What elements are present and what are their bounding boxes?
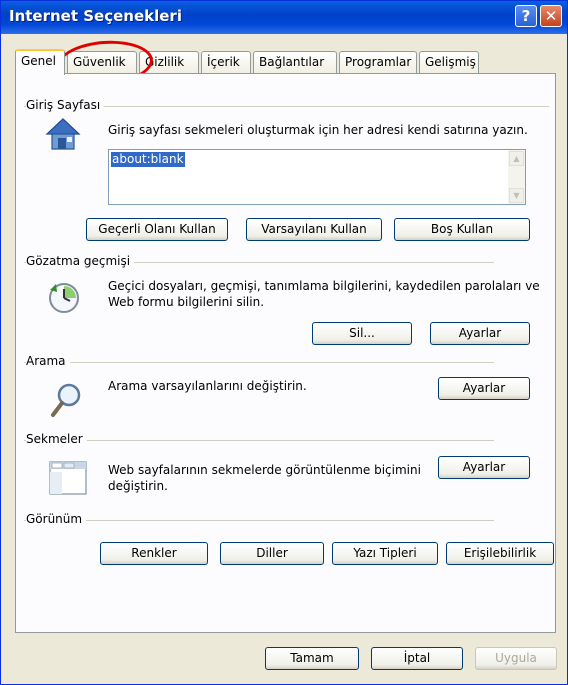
- tabs-settings-button[interactable]: Ayarlar: [438, 456, 530, 479]
- scrollbar[interactable]: ▲ ▼: [508, 150, 525, 204]
- tabs-description: Web sayfalarının sekmelerde görüntülenme…: [108, 462, 421, 494]
- search-description: Arama varsayılanlarını değiştirin.: [108, 379, 307, 393]
- use-blank-button[interactable]: Boş Kullan: [394, 218, 530, 241]
- history-settings-button[interactable]: Ayarlar: [430, 322, 530, 345]
- browsing-history-description: Geçici dosyaları, geçmişi, tanımlama bil…: [108, 278, 540, 310]
- delete-history-button[interactable]: Sil...: [312, 322, 412, 345]
- tab-security[interactable]: Güvenlik: [67, 51, 137, 73]
- home-page-description: Giriş sayfası sekmeleri oluşturmak için …: [108, 123, 528, 137]
- tab-content[interactable]: İçerik: [201, 51, 251, 73]
- tab-general[interactable]: Genel: [15, 49, 65, 75]
- general-tab-panel: Giriş Sayfası Giriş sayfası sekmeleri ol…: [15, 73, 556, 633]
- search-settings-button[interactable]: Ayarlar: [438, 377, 530, 400]
- divider: [24, 520, 494, 521]
- close-button[interactable]: ✕: [540, 5, 562, 27]
- ok-button[interactable]: Tamam: [265, 647, 359, 670]
- search-group-label: Arama: [26, 354, 70, 368]
- use-default-button[interactable]: Varsayılanı Kullan: [246, 218, 382, 241]
- window-title: Internet Seçenekleri: [9, 7, 182, 25]
- home-page-input[interactable]: about:blank ▲ ▼: [108, 149, 526, 205]
- cancel-button[interactable]: İptal: [371, 647, 463, 670]
- magnifier-icon: [50, 382, 84, 421]
- colors-button[interactable]: Renkler: [100, 542, 208, 565]
- title-bar[interactable]: Internet Seçenekleri ? ✕: [1, 1, 567, 34]
- description-line: değiştirin.: [108, 479, 168, 493]
- scroll-up-arrow-icon[interactable]: ▲: [509, 151, 524, 166]
- description-line: Web formu bilgilerini silin.: [108, 295, 265, 309]
- tabs-group-label: Sekmeler: [26, 432, 87, 446]
- browsing-history-group-label: Gözatma geçmişi: [26, 254, 135, 268]
- scroll-down-arrow-icon[interactable]: ▼: [509, 188, 524, 203]
- help-button[interactable]: ?: [515, 5, 537, 27]
- tab-connections[interactable]: Bağlantılar: [253, 51, 337, 73]
- description-line: Web sayfalarının sekmelerde görüntülenme…: [108, 463, 421, 477]
- tab-programs[interactable]: Programlar: [339, 51, 417, 73]
- history-clock-icon: [46, 280, 82, 319]
- internet-options-dialog: Internet Seçenekleri ? ✕ Genel Güvenlik …: [0, 0, 568, 685]
- use-current-button[interactable]: Geçerli Olanı Kullan: [86, 218, 228, 241]
- fonts-button[interactable]: Yazı Tipleri: [332, 542, 438, 565]
- tab-advanced[interactable]: Gelişmiş: [419, 51, 479, 73]
- accessibility-button[interactable]: Erişilebilirlik: [446, 542, 554, 565]
- home-page-value: about:blank: [111, 152, 185, 167]
- languages-button[interactable]: Diller: [220, 542, 324, 565]
- appearance-group-label: Görünüm: [26, 512, 87, 526]
- house-icon: [44, 116, 82, 155]
- apply-button[interactable]: Uygula: [475, 647, 557, 670]
- home-page-group-label: Giriş Sayfası: [26, 98, 105, 112]
- description-line: Geçici dosyaları, geçmişi, tanımlama bil…: [108, 279, 540, 293]
- tab-privacy[interactable]: Gizlilik: [139, 51, 199, 73]
- tabs-window-icon: [48, 460, 88, 499]
- divider: [24, 440, 494, 441]
- divider: [24, 362, 494, 363]
